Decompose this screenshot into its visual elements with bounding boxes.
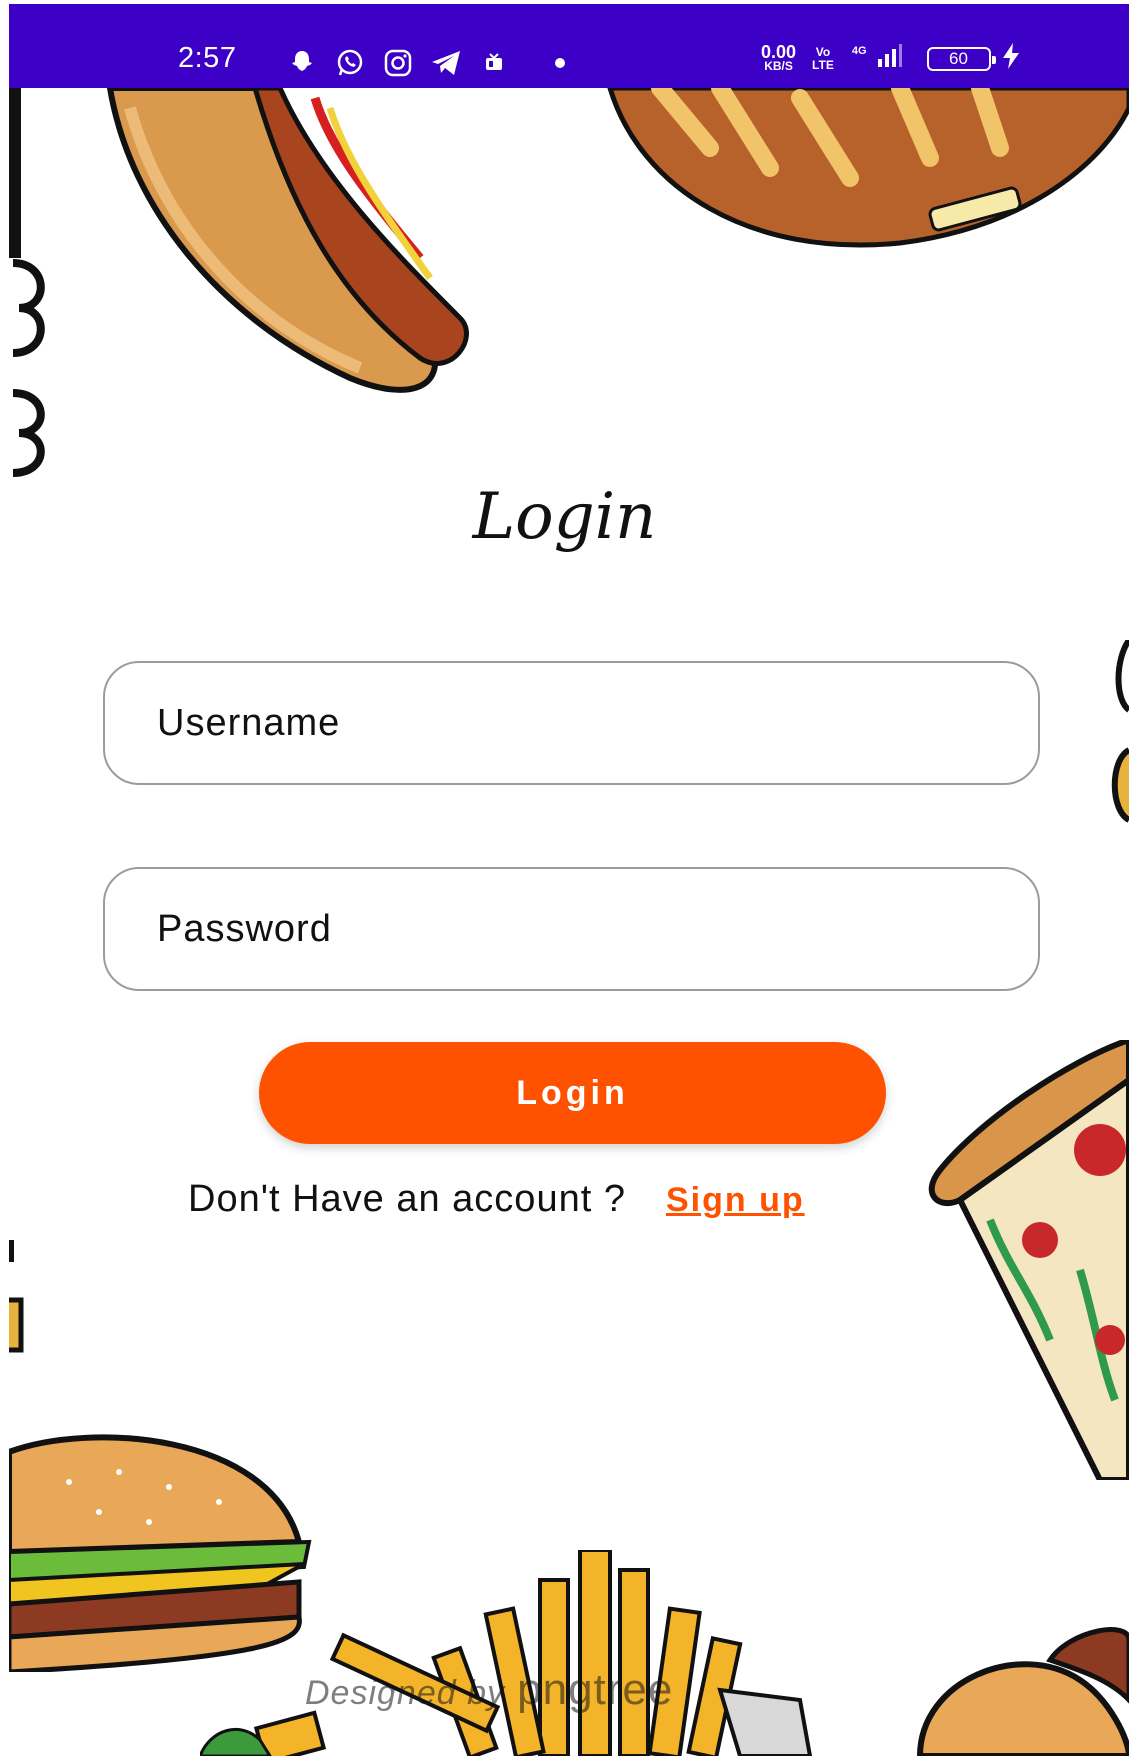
charging-icon [1001, 42, 1021, 75]
whatsapp-icon [333, 46, 367, 80]
status-bar: 2:57 0.00 KB/S Vo LTE 4G 60 [9, 4, 1129, 88]
network-speed: 0.00 KB/S [761, 41, 797, 73]
username-field[interactable] [103, 661, 1040, 785]
pngtree-watermark: Designed by pngtree [305, 1665, 674, 1714]
screen-edge [0, 0, 9, 1756]
edge-food-illustration [1111, 640, 1129, 823]
utensil-illustration [9, 88, 45, 477]
system-indicators: 0.00 KB/S Vo LTE 4G 60 [761, 42, 1021, 75]
bun-illustration [916, 1627, 1129, 1756]
signup-prompt: Don't Have an account ? [188, 1178, 626, 1220]
status-time: 2:57 [178, 42, 237, 74]
dot-icon [555, 58, 565, 68]
signup-row: Don't Have an account ? Sign up [188, 1178, 805, 1221]
fries-illustration [200, 1550, 813, 1756]
network-type: 4G [851, 44, 867, 57]
edge-mark-illustration [9, 1240, 24, 1353]
username-input[interactable] [155, 700, 1038, 746]
hotdog-illustration [106, 88, 469, 393]
snapchat-icon [285, 46, 319, 80]
login-button[interactable]: Login [259, 1042, 886, 1144]
battery-level: 60 [949, 48, 968, 68]
password-input[interactable] [155, 906, 1038, 952]
signal-icon [877, 43, 903, 74]
notification-icon [477, 46, 511, 80]
signup-link[interactable]: Sign up [666, 1181, 805, 1220]
pizza-illustration [928, 1040, 1129, 1480]
page-title: Login [472, 480, 657, 554]
instagram-icon [381, 46, 415, 80]
password-field[interactable] [103, 867, 1040, 991]
pasta-illustration [607, 88, 1129, 248]
notification-icons [285, 46, 565, 80]
battery-icon: 60 [926, 46, 996, 71]
telegram-icon [429, 46, 463, 80]
volte-indicator: Vo LTE [812, 44, 834, 72]
